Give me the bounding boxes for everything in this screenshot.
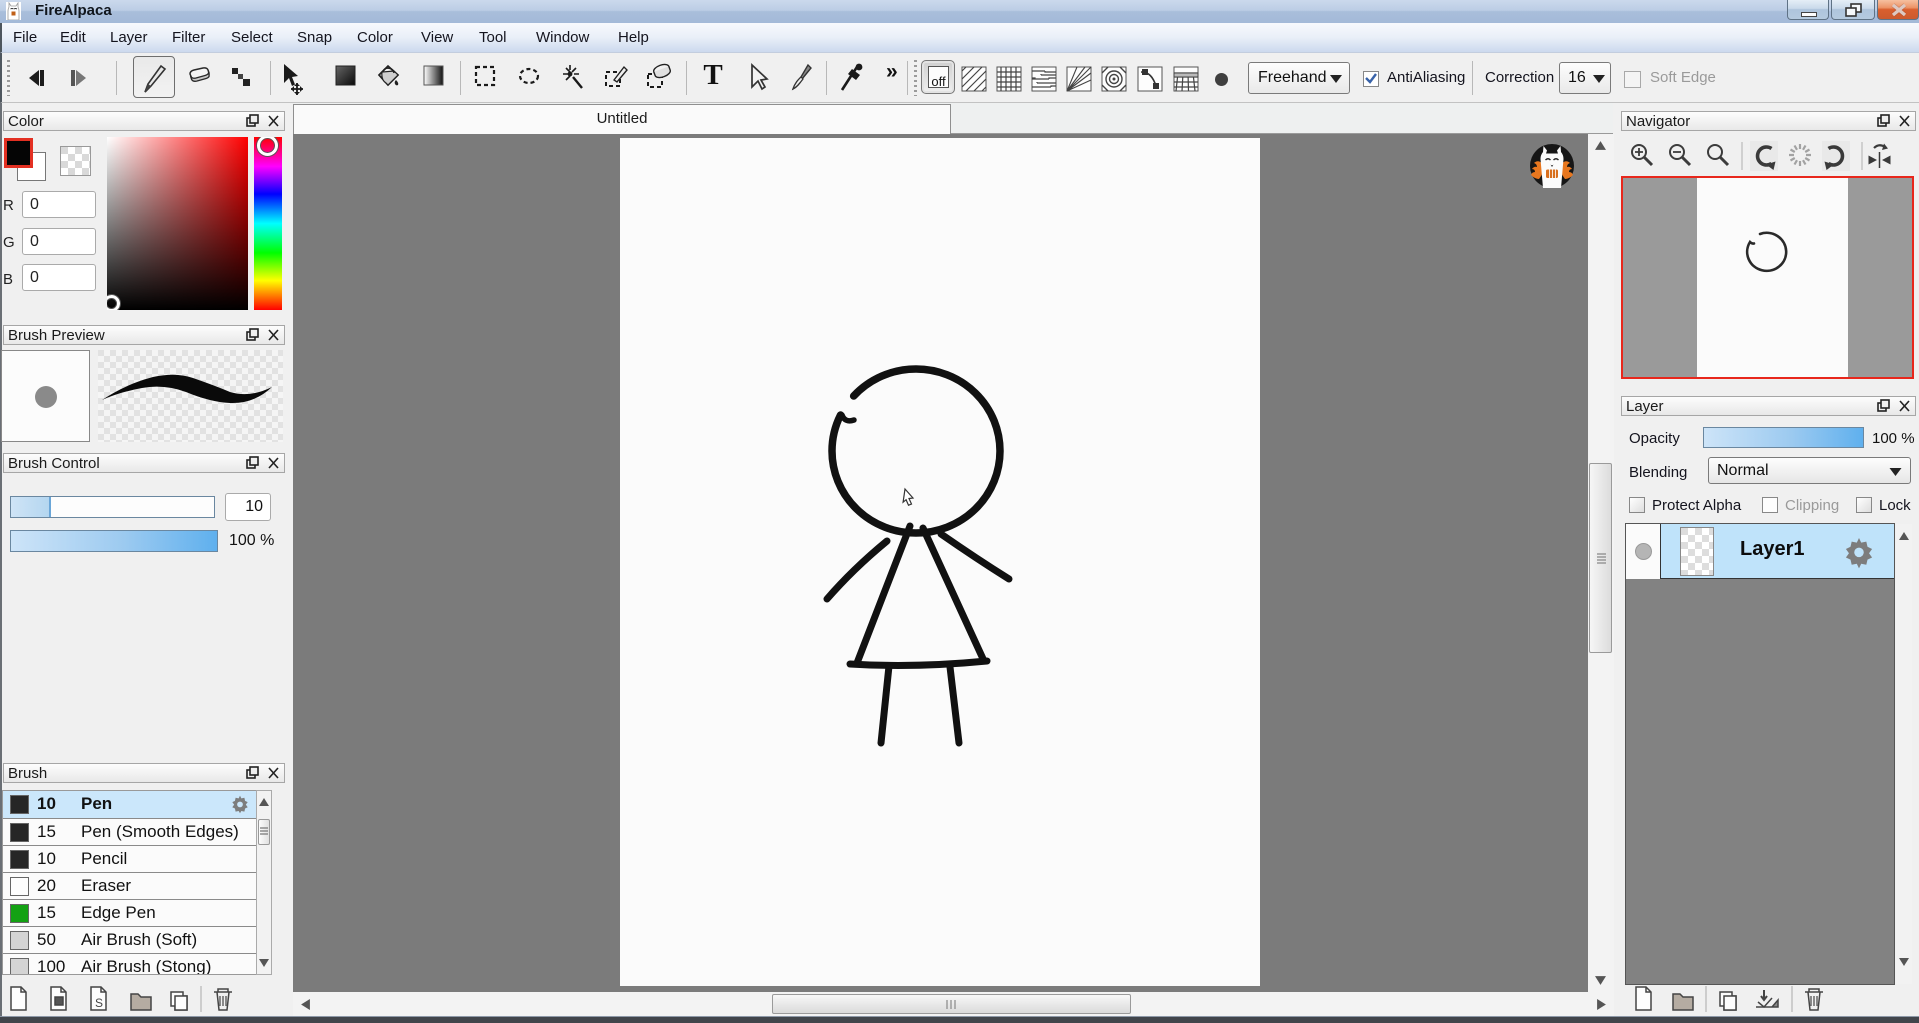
svg-text:S: S (95, 996, 103, 1010)
